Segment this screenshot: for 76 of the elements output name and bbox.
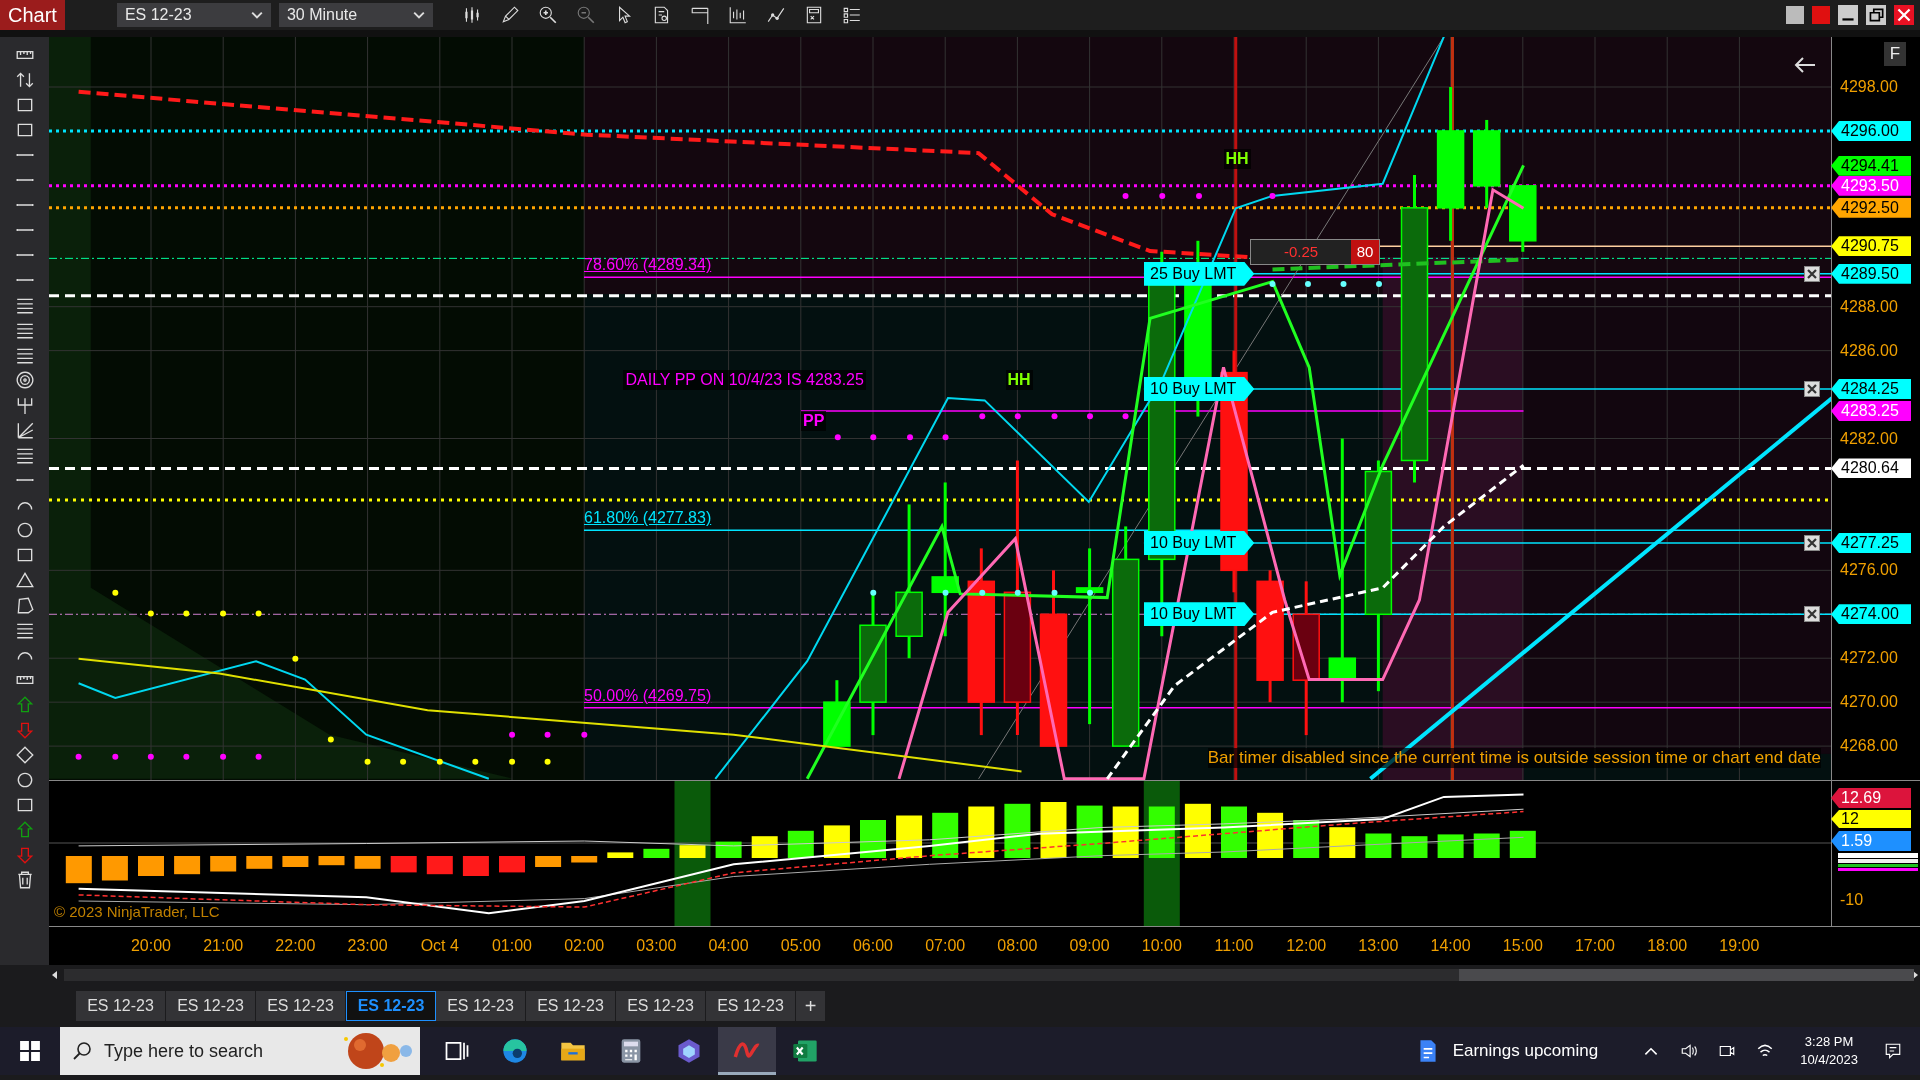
- chart-annotation: DAILY PP ON 10/4/23 IS 4283.25: [623, 369, 866, 390]
- clock-time[interactable]: 3:28 PM: [1804, 1033, 1854, 1051]
- clock-date[interactable]: 10/4/2023: [1800, 1051, 1858, 1069]
- price-flag: 4280.64: [1831, 458, 1911, 479]
- price-flag: 4290.75: [1831, 236, 1911, 257]
- time-label: 06:00: [851, 937, 894, 955]
- time-label: 03:00: [635, 937, 678, 955]
- time-label: 04:00: [707, 937, 750, 955]
- position-quantity: 80: [1351, 240, 1379, 264]
- time-label: 15:00: [1501, 937, 1544, 955]
- price-tick: 4282.00: [1840, 428, 1898, 449]
- chart-tab[interactable]: ES 12-23: [706, 991, 796, 1021]
- instrument-dropdown[interactable]: ES 12-23: [116, 3, 271, 27]
- price-flag: 4292.50: [1831, 197, 1911, 218]
- time-label: 23:00: [346, 937, 389, 955]
- time-label: 10:00: [1140, 937, 1183, 955]
- indicator-flag: 1.59: [1831, 831, 1911, 851]
- window-title: Chart: [0, 0, 65, 30]
- price-flag: 4277.25: [1831, 532, 1911, 553]
- chart-tab[interactable]: ES 12-23: [526, 991, 616, 1021]
- chart-tab[interactable]: ES 12-23: [436, 991, 526, 1021]
- order-label[interactable]: 10 Buy LMT: [1144, 377, 1255, 402]
- interval-dropdown[interactable]: 30 Minute: [278, 3, 433, 27]
- indicator-flag: 12: [1831, 810, 1911, 828]
- time-label: 21:00: [202, 937, 245, 955]
- price-tick: 4272.00: [1840, 648, 1898, 669]
- search-field[interactable]: Type here to search: [102, 1039, 326, 1063]
- price-tick: 4286.00: [1840, 340, 1898, 361]
- time-label: 17:00: [1573, 937, 1616, 955]
- time-label: 07:00: [924, 937, 967, 955]
- chart-annotation: PP: [801, 411, 827, 432]
- time-label: 02:00: [563, 937, 606, 955]
- time-label: 20:00: [129, 937, 172, 955]
- chart-tab[interactable]: ES 12-23: [166, 991, 256, 1021]
- add-tab-button[interactable]: +: [796, 991, 826, 1021]
- indicator-flag: 12.69: [1831, 788, 1911, 808]
- price-tick: 4268.00: [1840, 736, 1898, 757]
- chart-tab[interactable]: ES 12-23: [76, 991, 166, 1021]
- f-button[interactable]: F: [1884, 42, 1906, 66]
- fibonacci-label: 61.80% (4277.83): [584, 508, 712, 529]
- position-pnl: -0.25: [1251, 240, 1351, 264]
- copyright-text: © 2023 NinjaTrader, LLC: [54, 903, 220, 920]
- time-label: 22:00: [274, 937, 317, 955]
- time-label: 01:00: [490, 937, 533, 955]
- price-tick: 4298.00: [1840, 77, 1898, 97]
- fibonacci-label: 78.60% (4289.34): [584, 255, 712, 276]
- bar-timer-message: Bar timer disabled since the current time is outside session time or chart end date: [1207, 748, 1821, 768]
- fibonacci-label: 50.00% (4269.75): [584, 685, 712, 706]
- search-box[interactable]: Type here to search: [60, 1027, 420, 1075]
- price-flag: 4283.25: [1831, 401, 1911, 422]
- time-label: 08:00: [996, 937, 1039, 955]
- price-flag: 4289.50: [1831, 263, 1911, 284]
- time-label: 11:00: [1213, 937, 1255, 955]
- time-label: 05:00: [779, 937, 822, 955]
- chart-tab[interactable]: ES 12-23: [616, 991, 706, 1021]
- indicator-tick: -10: [1840, 890, 1864, 910]
- time-label: Oct 4: [419, 937, 460, 955]
- time-label: 13:00: [1357, 937, 1400, 955]
- order-label[interactable]: 10 Buy LMT: [1144, 602, 1255, 627]
- time-label: 09:00: [1068, 937, 1111, 955]
- price-flag: 4293.50: [1831, 175, 1911, 196]
- widget-text[interactable]: Earnings upcoming: [1452, 1041, 1599, 1061]
- time-label: 18:00: [1646, 937, 1689, 955]
- price-flag: 4284.25: [1831, 379, 1911, 400]
- price-flag: 4296.00: [1831, 120, 1911, 141]
- chart-annotation: HH: [1223, 149, 1251, 170]
- price-flag: 4274.00: [1831, 604, 1911, 625]
- time-label: 12:00: [1285, 937, 1328, 955]
- time-label: 14:00: [1429, 937, 1472, 955]
- price-tick: 4276.00: [1840, 560, 1898, 581]
- chart-tab[interactable]: ES 12-23: [346, 991, 436, 1021]
- price-tick: 4288.00: [1840, 296, 1898, 317]
- time-label: 19:00: [1718, 937, 1761, 955]
- price-tick: 4270.00: [1840, 692, 1898, 713]
- chart-tab[interactable]: ES 12-23: [256, 991, 346, 1021]
- price-flag: 4294.41: [1831, 155, 1911, 176]
